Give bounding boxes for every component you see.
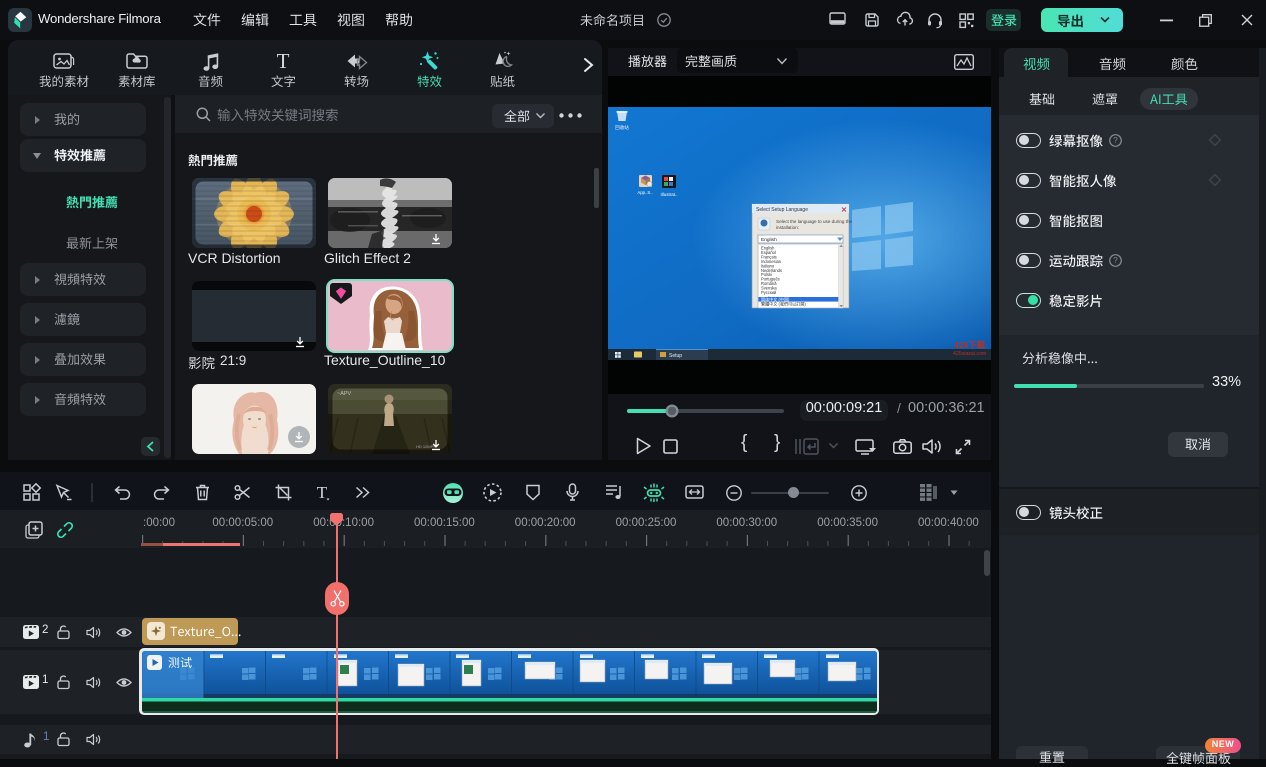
svg-text:425xiazai.com: 425xiazai.com (953, 351, 986, 357)
svg-text:Select Setup Language: Select Setup Language (756, 207, 808, 213)
svg-text:Select the language to use dur: Select the language to use during the (776, 219, 853, 224)
svg-text:T: T (277, 49, 290, 73)
svg-text:~APV: ~APV (337, 391, 352, 397)
svg-text:回收站: 回收站 (615, 124, 629, 131)
svg-text:繁體中文 (我們可以訂閱): 繁體中文 (我們可以訂閱) (761, 301, 806, 307)
svg-text:Setup: Setup (669, 353, 682, 359)
svg-text:?: ? (1113, 136, 1118, 145)
svg-text:Illustrat..: Illustrat.. (660, 192, 677, 197)
svg-text:English: English (761, 237, 777, 243)
svg-text:?: ? (1113, 256, 1118, 265)
svg-text:T: T (317, 483, 328, 502)
svg-text:installation:: installation: (776, 225, 799, 230)
svg-text:425下载: 425下载 (954, 340, 986, 350)
svg-text:App..S..: App..S.. (637, 190, 652, 195)
